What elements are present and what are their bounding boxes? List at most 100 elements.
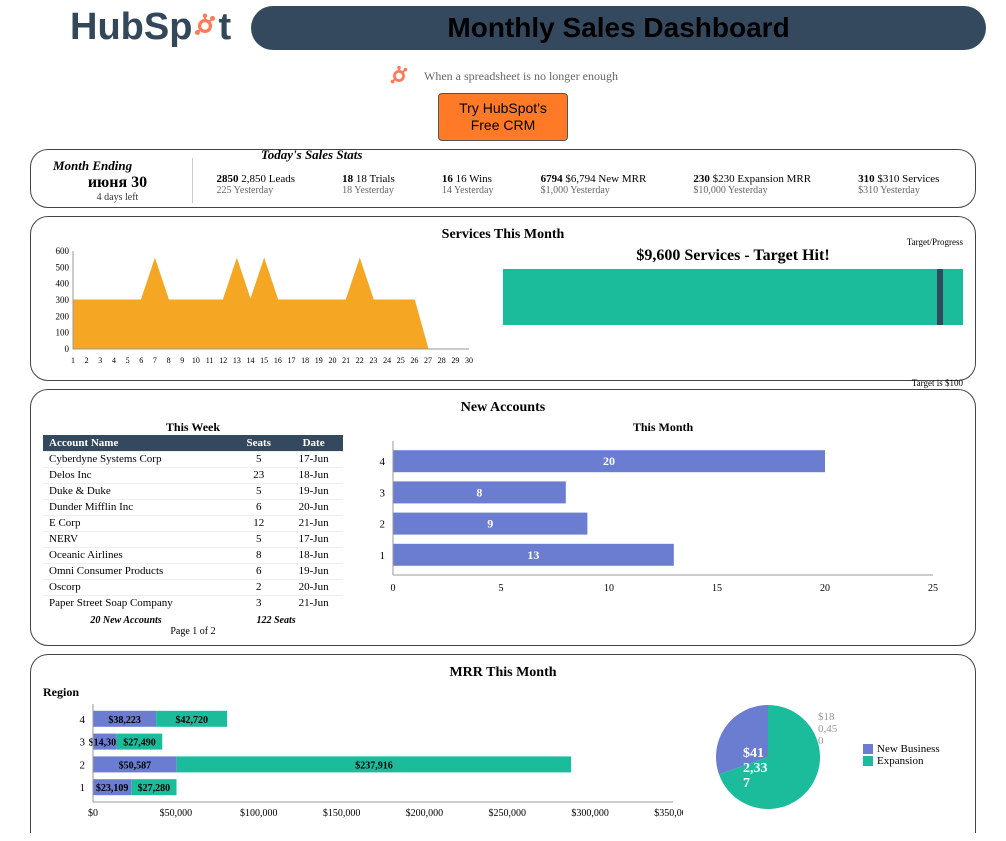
- hubspot-logo: HubSp t: [70, 6, 231, 49]
- svg-text:20: 20: [820, 583, 830, 594]
- svg-text:20: 20: [603, 454, 615, 468]
- services-area-chart: 0100200300400500600123456789101112131415…: [43, 247, 473, 372]
- try-crm-button[interactable]: Try HubSpot's Free CRM: [438, 93, 568, 141]
- pie-legend: New Business Expansion: [863, 743, 963, 767]
- mrr-pie-chart: $412,337$180,450: [698, 692, 848, 812]
- svg-text:$41: $41: [743, 746, 764, 761]
- svg-text:$50,000: $50,000: [160, 808, 193, 819]
- svg-text:22: 22: [356, 356, 364, 365]
- svg-text:1: 1: [380, 549, 386, 561]
- svg-text:16: 16: [274, 356, 282, 365]
- svg-text:$150,000: $150,000: [323, 808, 361, 819]
- svg-text:5: 5: [499, 583, 504, 594]
- svg-text:$38,223: $38,223: [108, 714, 141, 725]
- svg-text:1: 1: [71, 356, 75, 365]
- svg-text:$42,720: $42,720: [175, 714, 208, 725]
- services-title: Services This Month: [43, 227, 963, 243]
- svg-text:$250,000: $250,000: [489, 808, 527, 819]
- accounts-month-chart: 20483921310510152025: [363, 435, 943, 595]
- svg-text:1: 1: [80, 782, 86, 794]
- svg-text:14: 14: [247, 356, 255, 365]
- svg-text:2: 2: [85, 356, 89, 365]
- svg-text:2: 2: [380, 518, 386, 530]
- svg-text:13: 13: [233, 356, 241, 365]
- table-row: Duke & Duke519-Jun: [43, 483, 343, 499]
- month-ending-box: Month Ending июня 30 4 days left: [43, 158, 193, 203]
- sprocket-icon: [192, 13, 218, 39]
- svg-text:10: 10: [604, 583, 614, 594]
- page-title: Monthly Sales Dashboard: [251, 12, 986, 44]
- svg-text:7: 7: [153, 356, 157, 365]
- promo-tagline: When a spreadsheet is no longer enough: [424, 69, 618, 84]
- svg-text:100: 100: [56, 327, 70, 337]
- table-row: Dunder Mifflin Inc620-Jun: [43, 499, 343, 515]
- svg-text:$237,916: $237,916: [355, 760, 393, 771]
- svg-text:9: 9: [487, 516, 493, 530]
- svg-text:$100,000: $100,000: [240, 808, 278, 819]
- title-pill: Monthly Sales Dashboard: [251, 6, 986, 50]
- svg-text:$23,109: $23,109: [96, 783, 129, 794]
- svg-text:28: 28: [438, 356, 446, 365]
- svg-text:9: 9: [180, 356, 184, 365]
- svg-text:$200,000: $200,000: [406, 808, 444, 819]
- svg-text:3: 3: [80, 736, 86, 748]
- svg-text:$0: $0: [88, 808, 98, 819]
- svg-text:25: 25: [928, 583, 938, 594]
- svg-text:4: 4: [380, 456, 386, 468]
- svg-text:2: 2: [80, 759, 86, 771]
- svg-text:18: 18: [301, 356, 309, 365]
- svg-text:11: 11: [206, 356, 214, 365]
- svg-text:19: 19: [315, 356, 323, 365]
- svg-text:4: 4: [80, 713, 86, 725]
- svg-text:200: 200: [56, 311, 70, 321]
- svg-text:15: 15: [712, 583, 722, 594]
- svg-text:$350,000: $350,000: [654, 808, 683, 819]
- svg-text:30: 30: [465, 356, 473, 365]
- svg-text:17: 17: [287, 356, 295, 365]
- svg-text:26: 26: [410, 356, 418, 365]
- svg-text:3: 3: [380, 487, 386, 499]
- svg-text:25: 25: [397, 356, 405, 365]
- stat-item: 2850 2,850 Leads225 Yesterday: [217, 173, 296, 196]
- svg-text:15: 15: [260, 356, 268, 365]
- svg-text:0,45: 0,45: [818, 723, 838, 735]
- stat-item: 16 16 Wins14 Yesterday: [442, 173, 494, 196]
- table-row: Oceanic Airlines818-Jun: [43, 547, 343, 563]
- table-row: Delos Inc2318-Jun: [43, 467, 343, 483]
- accounts-title: New Accounts: [43, 400, 963, 416]
- accounts-table: Account Name Seats Date Cyberdyne System…: [43, 435, 343, 611]
- svg-text:27: 27: [424, 356, 432, 365]
- svg-text:8: 8: [167, 356, 171, 365]
- svg-text:4: 4: [112, 356, 116, 365]
- table-row: Cyberdyne Systems Corp517-Jun: [43, 451, 343, 467]
- svg-text:400: 400: [56, 278, 70, 288]
- mrr-bar-chart: $38,223$42,7204$14,305$27,4903$50,587$23…: [43, 700, 683, 820]
- svg-text:500: 500: [56, 262, 70, 272]
- svg-text:10: 10: [192, 356, 200, 365]
- svg-text:$27,280: $27,280: [138, 783, 171, 794]
- table-row: NERV517-Jun: [43, 531, 343, 547]
- svg-text:29: 29: [451, 356, 459, 365]
- stat-item: 230 $230 Expansion MRR$10,000 Yesterday: [693, 173, 811, 196]
- table-row: Paper Street Soap Company321-Jun: [43, 595, 343, 611]
- svg-text:300: 300: [56, 295, 70, 305]
- sprocket-icon-small: [388, 65, 410, 87]
- svg-text:13: 13: [527, 547, 539, 561]
- svg-text:21: 21: [342, 356, 350, 365]
- svg-text:24: 24: [383, 356, 391, 365]
- svg-text:$27,490: $27,490: [123, 737, 156, 748]
- services-progress-chart: Target/Progress $9,600 Services - Target…: [503, 247, 963, 372]
- svg-text:2,33: 2,33: [743, 761, 768, 776]
- svg-text:7: 7: [743, 776, 750, 791]
- svg-text:5: 5: [126, 356, 130, 365]
- mrr-title: MRR This Month: [43, 665, 963, 681]
- svg-text:8: 8: [476, 485, 482, 499]
- stat-item: 310 $310 Services$310 Yesterday: [858, 173, 939, 196]
- stat-item: 6794 $6,794 New MRR$1,000 Yesterday: [541, 173, 647, 196]
- table-row: Oscorp220-Jun: [43, 579, 343, 595]
- table-row: E Corp1221-Jun: [43, 515, 343, 531]
- svg-text:6: 6: [139, 356, 143, 365]
- svg-text:20: 20: [328, 356, 336, 365]
- svg-text:12: 12: [219, 356, 227, 365]
- stat-item: 18 18 Trials18 Yesterday: [342, 173, 395, 196]
